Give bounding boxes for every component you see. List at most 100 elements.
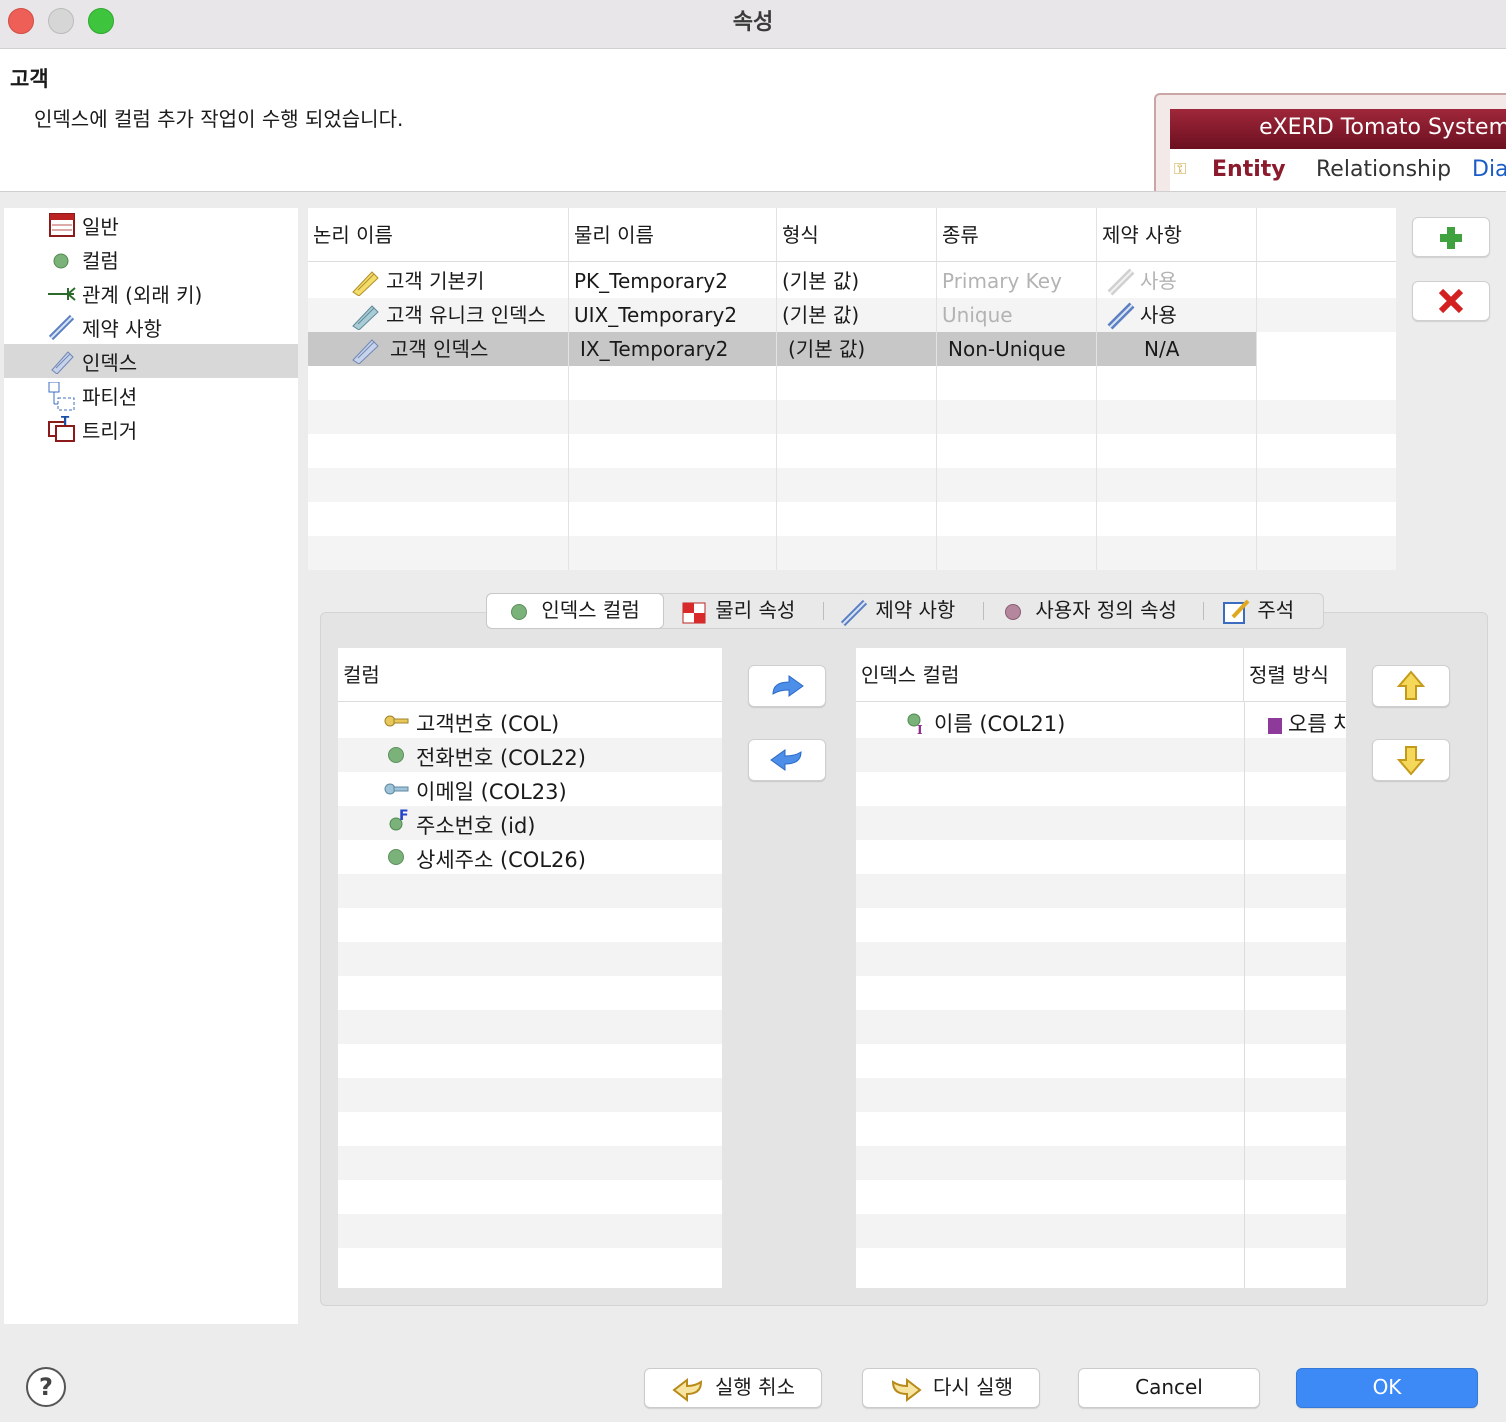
empty-row xyxy=(856,1180,1346,1214)
delete-icon xyxy=(1438,288,1464,314)
list-item[interactable]: 이메일 (COL23) xyxy=(338,772,722,806)
remove-index-button[interactable] xyxy=(1412,281,1490,321)
nav-item-columns[interactable]: 컬럼 xyxy=(4,242,298,276)
constraint-icon xyxy=(1106,264,1136,298)
empty-row xyxy=(308,502,1396,536)
cell-kind: Unique xyxy=(942,303,1013,327)
empty-row xyxy=(338,1146,722,1180)
tab-constraints[interactable]: 제약 사항 xyxy=(839,594,969,628)
nav-item-index[interactable]: 인덱스 xyxy=(4,344,298,378)
list-item-label: 전화번호 (COL22) xyxy=(416,746,586,770)
col-header-filler xyxy=(1257,208,1396,262)
tab-custom-properties[interactable]: 사용자 정의 속성 xyxy=(1005,594,1189,628)
nav-item-trigger[interactable]: T 트리거 xyxy=(4,412,298,446)
banner-tab-relationship: Relationship xyxy=(1316,157,1452,182)
tab-separator xyxy=(1203,602,1204,620)
index-column-icon: I xyxy=(904,708,930,741)
empty-row xyxy=(308,400,1396,434)
empty-row xyxy=(856,1044,1346,1078)
nav-item-relations[interactable]: 관계 (외래 키) xyxy=(4,276,298,310)
empty-row xyxy=(856,874,1346,908)
undo-button[interactable]: 실행 취소 xyxy=(644,1368,822,1408)
empty-row xyxy=(856,942,1346,976)
trigger-icon: T xyxy=(48,414,76,442)
property-nav: 일반 컬럼 관계 (외래 키) 제약 사항 인덱스 파티션 T 트리거 xyxy=(4,208,298,1324)
move-down-button[interactable] xyxy=(1372,739,1450,781)
ok-button[interactable]: OK xyxy=(1296,1368,1478,1408)
cell-physical: UIX_Temporary2 xyxy=(574,303,738,327)
nav-item-label: 트리거 xyxy=(82,419,138,443)
remove-column-from-index-button[interactable] xyxy=(748,739,826,781)
empty-row xyxy=(308,366,1396,400)
sort-order-value[interactable]: 오름 차 xyxy=(1288,708,1346,738)
empty-row xyxy=(308,468,1396,502)
empty-row xyxy=(856,1214,1346,1248)
nav-item-partition[interactable]: 파티션 xyxy=(4,378,298,412)
list-header-index-column[interactable]: 인덱스 컬럼 xyxy=(856,648,1244,702)
column-dot-icon xyxy=(388,747,404,763)
empty-row xyxy=(338,1248,722,1282)
cell-format: (기본 값) xyxy=(782,303,860,327)
cell-constraint: 사용 xyxy=(1140,303,1177,327)
nav-item-label: 파티션 xyxy=(82,385,138,409)
list-item[interactable]: F 주소번호 (id) xyxy=(338,806,722,840)
list-header-sort[interactable]: 정렬 방식 xyxy=(1244,648,1346,702)
physical-icon xyxy=(682,602,706,623)
empty-row xyxy=(856,806,1346,840)
add-index-button[interactable] xyxy=(1412,217,1490,257)
col-header-constraint[interactable]: 제약 사항 xyxy=(1097,208,1257,262)
col-header-format[interactable]: 형식 xyxy=(777,208,937,262)
constraint-icon xyxy=(1106,298,1136,332)
empty-row xyxy=(338,1112,722,1146)
cell-logical: 고객 유니크 인덱스 xyxy=(386,303,546,327)
list-item[interactable]: 고객번호 (COL) xyxy=(338,704,722,738)
available-columns-list: 컬럼 고객번호 (COL) 전화번호 (COL22) 이메일 (COL23) F… xyxy=(338,648,722,1288)
table-row-selected[interactable]: 고객 인덱스 IX_Temporary2 (기본 값) Non-Unique N… xyxy=(308,332,1257,366)
empty-row xyxy=(856,1146,1346,1180)
nav-item-label: 인덱스 xyxy=(82,351,138,375)
tab-index-columns[interactable]: 인덱스 컬럼 xyxy=(487,594,663,628)
empty-row xyxy=(338,1214,722,1248)
col-header-physical[interactable]: 물리 이름 xyxy=(569,208,777,262)
empty-row xyxy=(338,976,722,1010)
comment-icon xyxy=(1223,599,1250,624)
col-header-kind[interactable]: 종류 xyxy=(937,208,1097,262)
table-row[interactable]: 고객 유니크 인덱스 UIX_Temporary2 (기본 값) Unique … xyxy=(308,298,1396,332)
add-column-to-index-button[interactable] xyxy=(748,665,826,707)
redo-button[interactable]: 다시 실행 xyxy=(862,1368,1040,1408)
tab-label: 사용자 정의 속성 xyxy=(1035,598,1177,622)
empty-row xyxy=(856,772,1346,806)
cell-physical: PK_Temporary2 xyxy=(574,269,728,293)
move-up-button[interactable] xyxy=(1372,665,1450,707)
empty-row xyxy=(338,942,722,976)
list-item-label: 이메일 (COL23) xyxy=(416,780,567,804)
list-item[interactable]: I 이름 (COL21) 오름 차 xyxy=(856,704,1346,738)
cancel-button[interactable]: Cancel xyxy=(1078,1368,1260,1408)
cell-constraint: N/A xyxy=(1144,337,1180,361)
list-item[interactable]: 전화번호 (COL22) xyxy=(338,738,722,772)
empty-row xyxy=(856,1010,1346,1044)
nav-item-general[interactable]: 일반 xyxy=(4,208,298,242)
foreign-key-icon: F xyxy=(386,808,412,841)
arrow-right-icon xyxy=(772,675,804,697)
tab-physical-properties[interactable]: 물리 속성 xyxy=(679,594,811,628)
cell-logical: 고객 기본키 xyxy=(386,269,485,293)
cell-physical: IX_Temporary2 xyxy=(580,337,729,361)
unique-key-icon xyxy=(384,776,410,807)
nav-item-constraints[interactable]: 제약 사항 xyxy=(4,310,298,344)
cell-logical: 고객 인덱스 xyxy=(390,337,489,361)
column-divider xyxy=(1256,262,1257,570)
tab-separator xyxy=(823,602,824,620)
svg-text:T: T xyxy=(61,416,70,428)
col-header-logical[interactable]: 논리 이름 xyxy=(308,208,569,262)
table-row[interactable]: 고객 기본키 PK_Temporary2 (기본 값) Primary Key … xyxy=(308,264,1396,298)
empty-row xyxy=(856,840,1346,874)
list-item[interactable]: 상세주소 (COL26) xyxy=(338,840,722,874)
help-button[interactable]: ? xyxy=(26,1367,66,1407)
tab-comment[interactable]: 주석 xyxy=(1221,594,1311,628)
nav-item-label: 관계 (외래 키) xyxy=(82,283,203,307)
entity-name: 고객 xyxy=(10,67,49,91)
empty-row xyxy=(338,1180,722,1214)
column-divider xyxy=(568,262,569,570)
cell-kind: Primary Key xyxy=(942,269,1062,293)
